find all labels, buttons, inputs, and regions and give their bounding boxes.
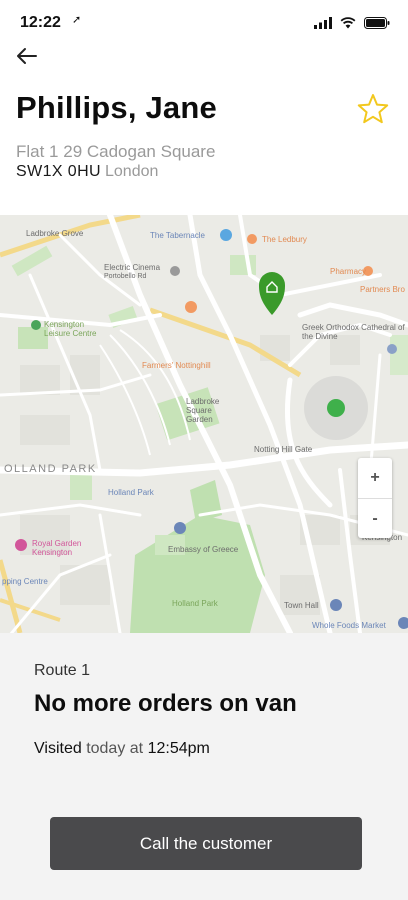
- map-label: Embassy of Greece: [168, 545, 239, 554]
- map-label: Ladbroke Square Garden: [186, 397, 220, 424]
- delivery-status: No more orders on van: [34, 690, 297, 717]
- map-view[interactable]: Ladbroke Grove The Tabernacle The Ledbur…: [0, 215, 408, 633]
- address-line: Flat 1 29 Cadogan Square: [16, 142, 216, 161]
- wifi-icon: [340, 17, 356, 29]
- map-label: Pharmacy: [330, 267, 367, 276]
- map-label: Farmers' Nottinghill: [142, 361, 211, 370]
- status-icons: [314, 16, 390, 30]
- city: London: [105, 163, 159, 180]
- cellular-signal-icon: [314, 17, 332, 29]
- zoom-out-button[interactable]: -: [358, 498, 392, 538]
- postcode: SW1X 0HU: [16, 163, 101, 180]
- map-label: Ladbroke Grove: [26, 229, 84, 238]
- location-arrow-icon: ➚: [72, 14, 82, 26]
- zoom-controls: + -: [358, 458, 392, 538]
- star-outline-icon: [357, 94, 389, 124]
- battery-icon: [364, 17, 390, 29]
- map-label: The Ledbury: [262, 235, 307, 244]
- status-bar: 12:22 ➚: [0, 0, 408, 44]
- back-button[interactable]: [10, 40, 42, 72]
- zoom-in-button[interactable]: +: [358, 458, 392, 498]
- postcode-line: SW1X 0HU London: [16, 163, 158, 181]
- map-label: Notting Hill Gate: [254, 445, 313, 454]
- status-time: 12:22: [20, 14, 61, 31]
- visited-time: 12:54pm: [147, 740, 210, 757]
- map-label: Royal Garden Kensington: [32, 539, 82, 557]
- map-label: Portobello Rd: [104, 273, 147, 280]
- map-label: Holland Park: [108, 488, 154, 497]
- map-label: Partners Bro: [360, 285, 405, 294]
- map-label: Kensington Leisure Centre: [44, 320, 97, 338]
- visited-info: Visited today at 12:54pm: [34, 740, 210, 758]
- map-label: Greek Orthodox Cathedral of the Divine: [302, 323, 405, 341]
- map-label: Electric Cinema: [104, 263, 161, 272]
- call-customer-button[interactable]: Call the customer: [50, 817, 362, 870]
- map-base: [0, 215, 408, 633]
- map-area-label: OLLAND PARK: [4, 463, 97, 475]
- customer-name: Phillips, Jane: [16, 90, 217, 125]
- map-label: Holland Park: [172, 599, 218, 608]
- map-label: pping Centre: [2, 577, 48, 586]
- favorite-button[interactable]: [356, 92, 390, 126]
- map-label: The Tabernacle: [150, 231, 205, 240]
- visited-when: today at: [86, 740, 144, 757]
- route-label: Route 1: [34, 662, 91, 679]
- map-label: Town Hall: [284, 601, 319, 610]
- map-label: Whole Foods Market: [312, 621, 386, 630]
- visited-prefix: Visited: [34, 740, 82, 757]
- arrow-left-icon: [17, 48, 37, 64]
